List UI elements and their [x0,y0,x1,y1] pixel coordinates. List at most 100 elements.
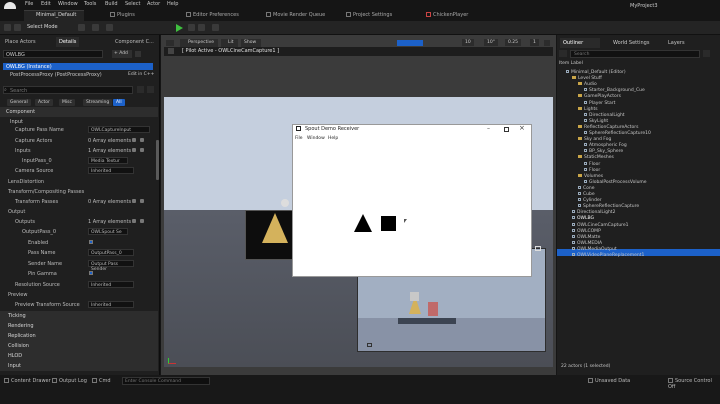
tab-chickenplayer[interactable]: ChickenPlayer [426,12,468,18]
menu-window[interactable]: Window [58,1,78,7]
maximize-viewport-icon[interactable] [544,40,550,46]
maximize-icon[interactable] [504,127,509,132]
preview-transform-dropdown[interactable]: Inherited [88,301,134,308]
edit-in-cpp-link[interactable]: Edit in C++ [128,72,154,77]
menu-actor[interactable]: Actor [147,1,160,7]
tab-details[interactable]: Details [56,37,80,47]
play-button[interactable] [176,24,183,32]
console-input[interactable]: Enter Console Command [122,377,210,385]
spout-menu-file[interactable]: File [295,136,303,141]
cmd-dropdown[interactable]: Cmd [92,378,111,384]
add-icon[interactable] [559,50,567,57]
tab-layers[interactable]: Layers [668,40,685,46]
cinematics-icon[interactable] [106,24,113,31]
add-element-icon[interactable] [132,148,136,152]
stop-icon[interactable] [198,24,205,31]
tab-outliner[interactable]: Outliner [560,38,600,48]
delete-icon[interactable] [140,199,144,203]
menu-build[interactable]: Build [105,1,118,7]
viewport-menu-icon[interactable] [166,40,174,46]
minimize-icon[interactable]: – [487,125,490,132]
section-rendering[interactable]: Rendering [0,321,158,331]
transform-tools[interactable] [397,40,423,46]
component-row[interactable]: PostProcessProxy (PostProcessProxy) [10,72,120,79]
spout-menu-help[interactable]: Help [328,136,338,141]
add-element-icon[interactable] [132,219,136,223]
advance-frame-icon[interactable] [188,24,195,31]
eject-pilot-icon[interactable] [168,48,174,54]
section-ticking[interactable]: Ticking [0,311,158,321]
spout-menu-window[interactable]: Window [307,136,325,141]
outliner-search-input[interactable]: Search [570,50,700,58]
enabled-checkbox[interactable] [89,240,93,244]
scale-snap-value[interactable]: 0.25 [505,39,522,46]
pass-name-field[interactable]: OutputPass_0 [88,249,134,256]
tab-project-settings[interactable]: Project Settings [346,12,392,18]
menu-edit[interactable]: Edit [41,1,51,7]
add-component-button[interactable]: + Add [112,50,132,58]
instance-row[interactable]: OWLBG (Instance) [3,63,153,70]
category-misc[interactable]: Misc [59,99,75,106]
category-general[interactable]: General [7,99,31,106]
section-preview[interactable]: Preview [8,292,27,298]
rotation-snap-value[interactable]: 10° [484,39,498,46]
menu-select[interactable]: Select [125,1,140,7]
transform-compositing-section[interactable]: Transform/Compositing Passes [8,189,84,195]
camera-source-dropdown[interactable]: Inherited [88,167,134,174]
output-pass-dropdown[interactable]: OWLSpout Se [88,228,128,235]
menu-file[interactable]: File [25,1,33,7]
tab-component-c[interactable]: Component C... [112,37,157,47]
details-search-input[interactable]: Search [3,86,133,94]
add-element-icon[interactable] [132,138,136,142]
tab-plugins[interactable]: Plugins [110,12,135,18]
settings-icon[interactable] [147,86,154,93]
output-log-button[interactable]: Output Log [52,378,87,384]
add-content-icon[interactable] [78,24,85,31]
selection-icon[interactable] [14,24,21,31]
sender-name-field[interactable]: Output Pass Sender [88,260,134,272]
spout-receiver-window[interactable] [292,124,532,277]
camera-speed-value[interactable]: 1 [530,39,539,46]
item-label-column[interactable]: Item Label [559,61,583,66]
delete-icon[interactable] [140,138,144,142]
category-streaming[interactable]: Streaming [83,99,113,106]
lit-button[interactable]: Lit [221,39,238,47]
section-replication[interactable]: Replication [0,331,158,341]
view-options-icon[interactable] [137,86,144,93]
section-component[interactable]: Component [0,107,158,117]
delete-icon[interactable] [140,148,144,152]
outliner-item[interactable]: OWLVideoPlaneReplacement1 [572,253,644,260]
source-control-button[interactable]: Source Control Off [668,378,720,390]
content-drawer-button[interactable]: Content Drawer [4,378,51,384]
details-scrollbar[interactable] [156,140,159,180]
resolution-source-dropdown[interactable]: Inherited [88,281,134,288]
section-collision[interactable]: Collision [0,341,158,351]
tab-movie-render-queue[interactable]: Movie Render Queue [266,12,325,18]
save-icon[interactable] [4,24,11,31]
add-element-icon[interactable] [132,199,136,203]
input-pass-dropdown[interactable]: Media Textur [88,157,128,164]
filter-icon[interactable] [703,50,710,57]
delete-icon[interactable] [140,219,144,223]
category-actor[interactable]: Actor [35,99,53,106]
platforms-icon[interactable] [212,24,219,31]
show-button[interactable]: Show [241,39,261,47]
grid-snap-value[interactable]: 10 [462,39,474,46]
category-all[interactable]: All [113,99,125,106]
tab-editor-preferences[interactable]: Editor Preferences [186,12,239,18]
unsaved-data-button[interactable]: Unsaved Data [588,378,630,384]
capture-pass-name-field[interactable]: OWLCaptureInput [88,126,150,133]
menu-help[interactable]: Help [167,1,178,7]
tab-world-settings[interactable]: World Settings [613,40,649,46]
menu-tools[interactable]: Tools [84,1,96,7]
pin-gamma-checkbox[interactable] [89,271,93,275]
actor-name-field[interactable]: OWLBG [3,50,103,58]
lens-distortion-section[interactable]: LensDistortion [8,179,44,185]
perspective-button[interactable]: Perspective [180,39,218,47]
section-output[interactable]: Output [8,209,25,215]
blueprint-icon[interactable] [92,24,99,31]
section-input-collapsed[interactable]: Input [0,361,158,371]
blueprint-icon[interactable] [135,51,141,57]
section-hlod[interactable]: HLOD [0,351,158,361]
tab-place-actors[interactable]: Place Actors [2,37,39,47]
